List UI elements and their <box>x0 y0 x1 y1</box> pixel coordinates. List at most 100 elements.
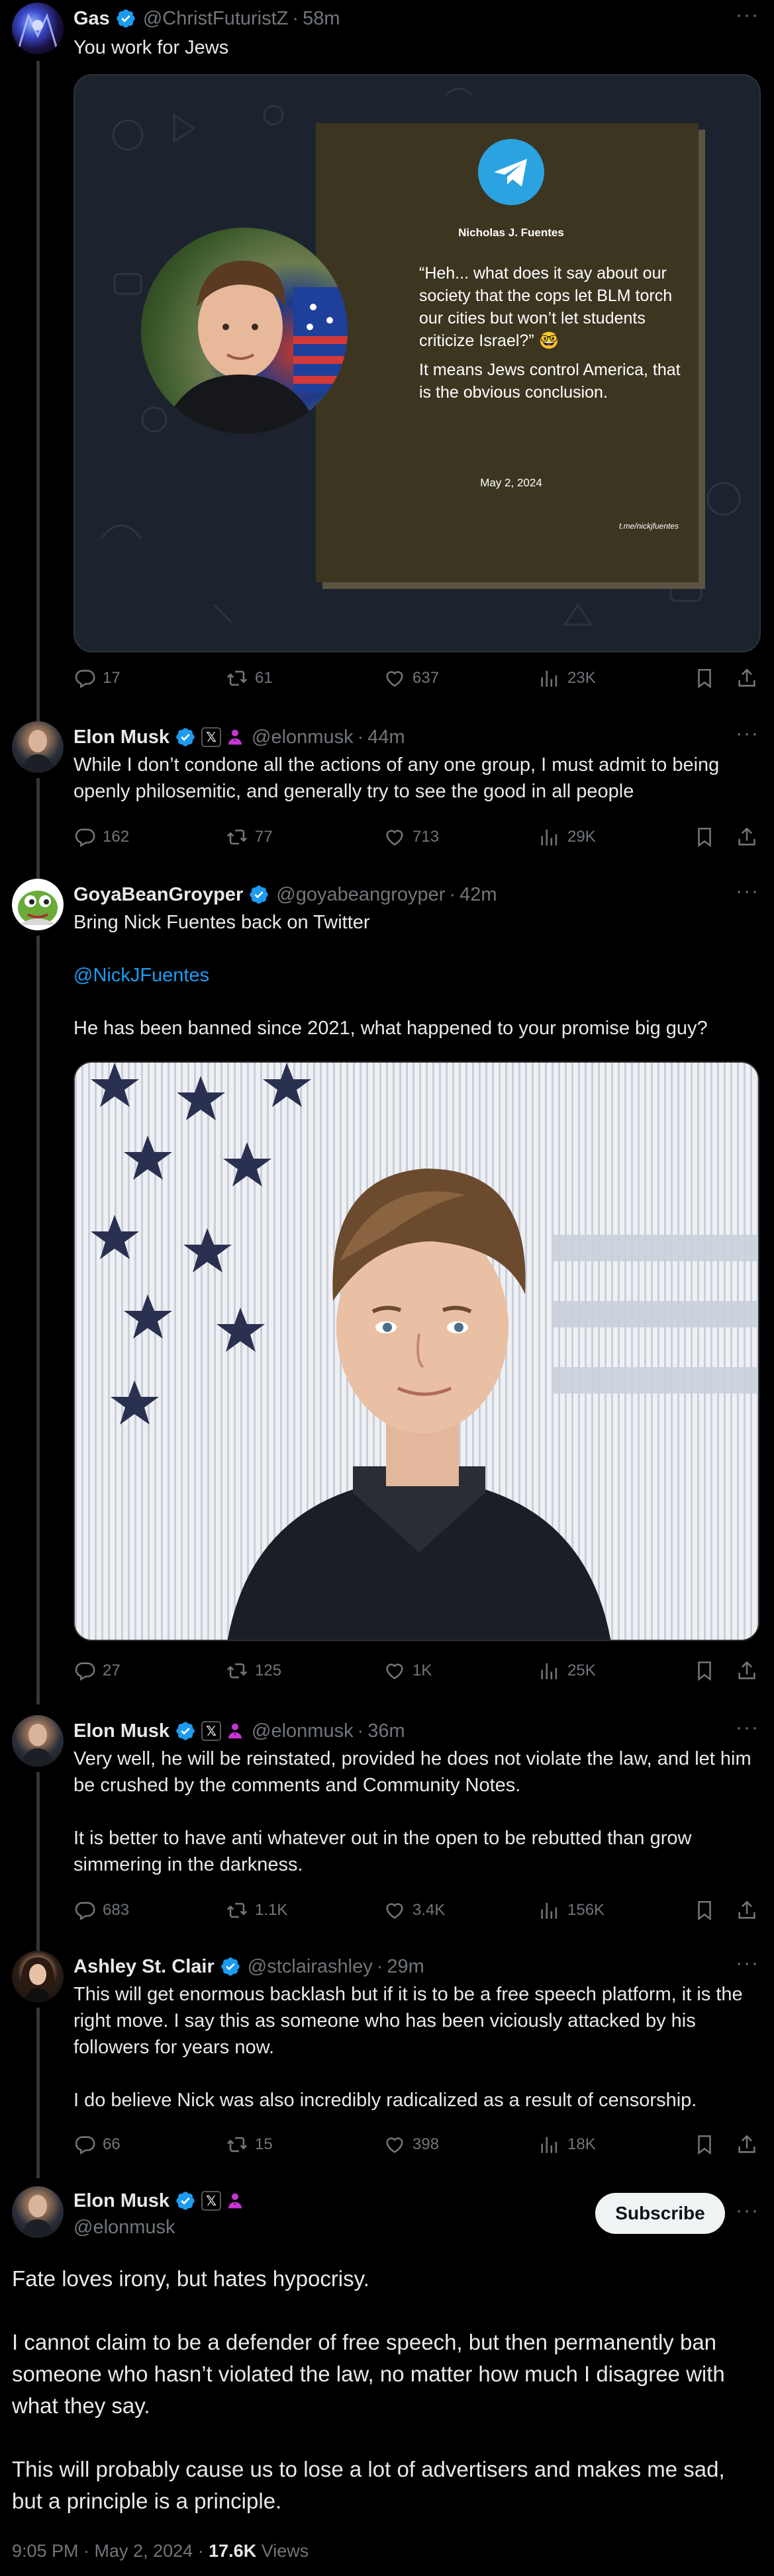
handle[interactable]: @elonmusk <box>252 1720 354 1742</box>
reply-icon <box>73 1660 96 1682</box>
repost-count: 15 <box>255 2135 273 2153</box>
views-icon <box>538 667 561 689</box>
repost-button[interactable]: 61 <box>226 667 273 689</box>
post-timestamp[interactable]: 9:05 PM · May 2, 2024 · <box>12 2541 209 2561</box>
share-button[interactable] <box>736 1660 758 1682</box>
reply-button[interactable]: 683 <box>73 1899 129 1922</box>
verified-badge-icon <box>220 1956 241 1977</box>
display-name[interactable]: Elon Musk <box>73 1720 169 1742</box>
like-button[interactable]: 637 <box>383 667 439 689</box>
timestamp[interactable]: 44m <box>367 727 405 748</box>
timestamp[interactable]: 36m <box>367 1720 405 1742</box>
avatar[interactable] <box>12 721 64 773</box>
repost-count: 77 <box>255 828 273 846</box>
handle[interactable]: @ChristFuturistZ <box>143 8 289 30</box>
bookmark-button[interactable] <box>693 1899 716 1922</box>
reply-button[interactable]: 17 <box>73 667 121 689</box>
tweet-header: Ashley St. Clair @stclairashley · 29m <box>73 1953 424 1980</box>
share-icon <box>736 1899 758 1922</box>
reply-button[interactable]: 27 <box>73 1660 121 1682</box>
repost-button[interactable]: 77 <box>226 826 273 848</box>
avatar[interactable] <box>12 1715 64 1767</box>
card-source: t.me/nickjfuentes <box>618 521 679 531</box>
like-button[interactable]: 398 <box>383 2133 439 2156</box>
views-count: 25K <box>567 1662 596 1679</box>
avatar[interactable] <box>12 2186 64 2238</box>
avatar[interactable] <box>12 879 64 930</box>
reply-button[interactable]: 162 <box>73 826 129 848</box>
timestamp[interactable]: 58m <box>303 8 340 30</box>
views-button[interactable]: 23K <box>538 667 596 689</box>
more-icon[interactable]: ··· <box>736 4 759 26</box>
like-count: 637 <box>412 669 440 687</box>
repost-button[interactable]: 125 <box>226 1660 281 1682</box>
timestamp[interactable]: 42m <box>460 884 497 906</box>
share-icon <box>736 1660 758 1682</box>
views-button[interactable]: 25K <box>538 1660 596 1682</box>
views-label: Views <box>261 2541 309 2561</box>
tweet-media-image[interactable] <box>73 1061 759 1641</box>
views-button[interactable]: 29K <box>538 826 596 848</box>
more-icon[interactable]: ··· <box>736 1952 759 1975</box>
share-icon <box>736 2133 758 2156</box>
reply-icon <box>73 1899 96 1922</box>
display-name[interactable]: GoyaBeanGroyper <box>73 884 243 906</box>
bookmark-button[interactable] <box>693 1660 716 1682</box>
views-button[interactable]: 18K <box>538 2133 596 2156</box>
display-name[interactable]: Elon Musk <box>73 2190 169 2212</box>
x-premium-badge-icon <box>225 727 245 747</box>
repost-button[interactable]: 1.1K <box>226 1899 287 1922</box>
like-button[interactable]: 3.4K <box>383 1899 445 1922</box>
subscribe-button[interactable]: Subscribe <box>595 2193 725 2234</box>
like-count: 3.4K <box>412 1901 446 1919</box>
display-name[interactable]: Elon Musk <box>73 727 169 748</box>
card-author: Nicholas J. Fuentes <box>458 226 564 239</box>
like-button[interactable]: 713 <box>383 826 439 848</box>
tweet-paragraph: I do believe Nick was also incredibly ra… <box>73 2090 697 2111</box>
display-name[interactable]: Ashley St. Clair <box>73 1956 215 1978</box>
thread-line <box>36 1772 40 1957</box>
handle[interactable]: @elonmusk <box>252 727 354 748</box>
repost-button[interactable]: 15 <box>226 2133 273 2156</box>
handle[interactable]: @elonmusk <box>73 2217 175 2239</box>
bookmark-button[interactable] <box>693 667 716 689</box>
more-icon[interactable]: ··· <box>736 2199 759 2222</box>
share-icon <box>736 667 758 689</box>
bookmark-button[interactable] <box>693 826 716 848</box>
bookmark-button[interactable] <box>693 2133 716 2156</box>
more-icon[interactable]: ··· <box>736 880 759 903</box>
tweet-text: This will get enormous backlash but if i… <box>73 1981 755 2113</box>
like-icon <box>383 2133 406 2156</box>
tweet-media-card[interactable]: Nicholas J. Fuentes “Heh... what does it… <box>73 74 761 652</box>
handle[interactable]: @goyabeangroyper <box>276 884 445 906</box>
tweet-paragraph: This will probably cause us to lose a lo… <box>12 2457 725 2513</box>
display-name[interactable]: Gas <box>73 8 110 30</box>
like-button[interactable]: 1K <box>383 1660 432 1682</box>
timestamp[interactable]: 29m <box>387 1956 424 1978</box>
share-button[interactable] <box>736 2133 758 2156</box>
tweet-header: Gas @ChristFuturistZ · 58m <box>73 5 340 32</box>
reply-button[interactable]: 66 <box>73 2133 121 2156</box>
separator: · <box>357 1720 364 1742</box>
tweet-header: Elon Musk 𝕏 @elonmusk · 44m <box>73 724 405 750</box>
thread-line <box>36 936 40 1705</box>
views-count: 23K <box>567 669 596 687</box>
avatar[interactable] <box>12 3 64 54</box>
mention-link[interactable]: @NickJFuentes <box>73 962 755 989</box>
views-icon <box>538 1899 561 1922</box>
bookmark-icon <box>693 1899 716 1922</box>
share-button[interactable] <box>736 826 758 848</box>
like-icon <box>383 1660 406 1682</box>
share-button[interactable] <box>736 667 758 689</box>
reply-count: 27 <box>103 1662 121 1679</box>
verified-badge-icon <box>248 884 269 905</box>
portrait-photo <box>141 228 348 434</box>
repost-icon <box>226 2133 248 2156</box>
more-icon[interactable]: ··· <box>736 723 759 745</box>
handle[interactable]: @stclairashley <box>248 1956 373 1978</box>
more-icon[interactable]: ··· <box>736 1716 759 1739</box>
x-logo-icon: 𝕏 <box>201 727 222 747</box>
share-button[interactable] <box>736 1899 758 1922</box>
avatar[interactable] <box>12 1951 64 2002</box>
views-button[interactable]: 156K <box>538 1899 605 1922</box>
